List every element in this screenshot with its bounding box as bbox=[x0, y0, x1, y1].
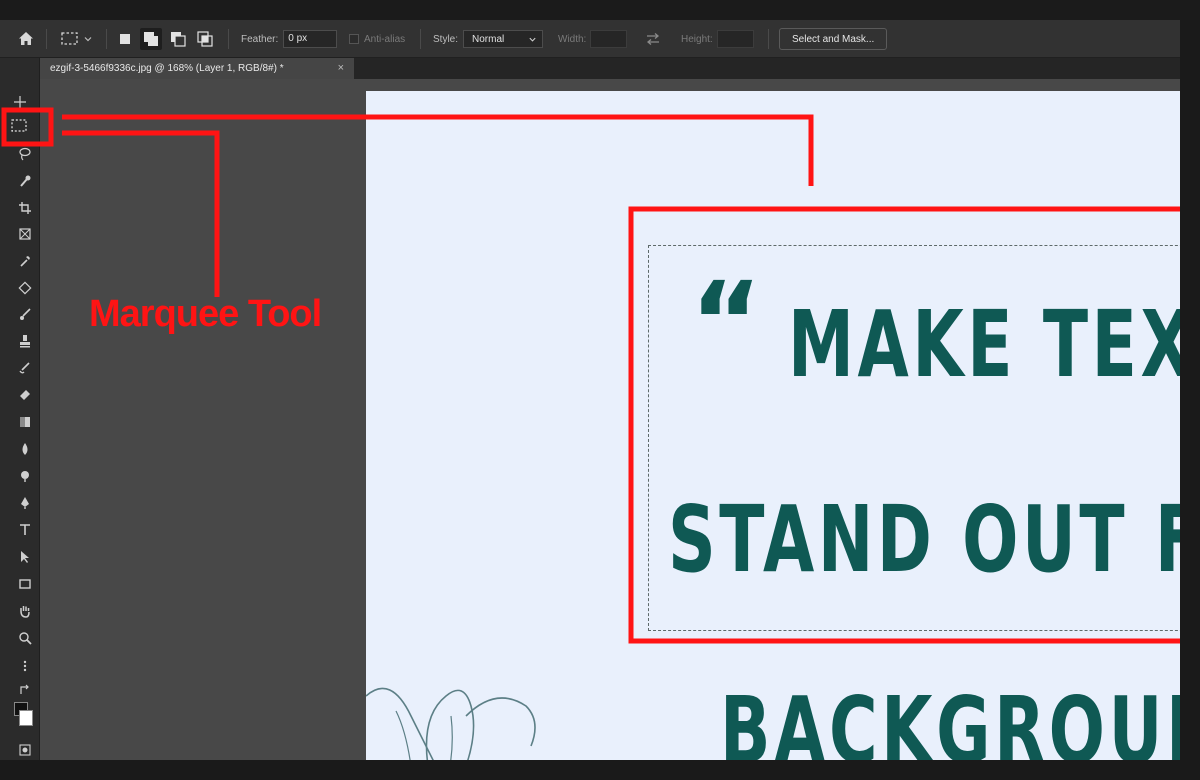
annotation-connector-label bbox=[62, 130, 220, 297]
window-right-edge bbox=[1180, 20, 1200, 780]
annotation-selection-highlight bbox=[628, 206, 1194, 644]
annotation-tool-highlight bbox=[1, 107, 54, 147]
window-bottom-edge bbox=[0, 760, 1200, 780]
annotation-connector-canvas bbox=[62, 114, 814, 186]
annotation-label: Marquee Tool bbox=[89, 293, 322, 335]
annotation-overlay bbox=[1, 107, 1194, 644]
